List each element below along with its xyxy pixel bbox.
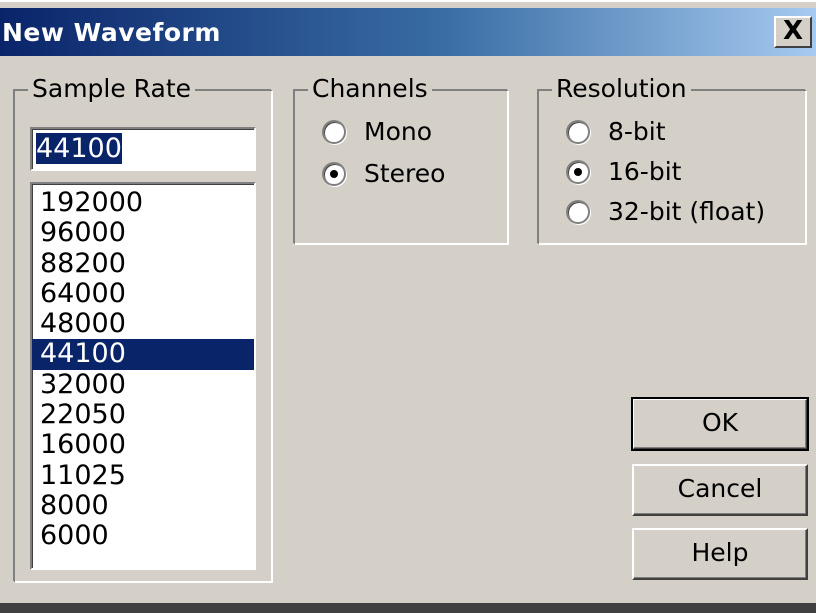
8bit-radio[interactable]	[566, 119, 590, 144]
list-item[interactable]: 96000	[32, 218, 254, 248]
list-item[interactable]: 192000	[32, 187, 254, 218]
window-title: New Waveform	[2, 18, 221, 47]
ok-button[interactable]: OK	[631, 397, 809, 451]
list-item[interactable]: 64000	[32, 278, 254, 309]
list-item[interactable]: 32000	[32, 369, 254, 400]
resolution-legend: Resolution	[552, 74, 691, 103]
list-item[interactable]: 88200	[32, 248, 254, 279]
32bit-radio[interactable]	[566, 199, 590, 224]
resolution-16bit-option[interactable]: 16-bit	[566, 157, 681, 186]
sample-rate-list[interactable]: 192000 96000 88200 64000 48000 44100 320…	[30, 182, 256, 570]
list-item-selected[interactable]: 44100	[32, 339, 254, 370]
list-item[interactable]: 6000	[32, 521, 254, 551]
mono-radio[interactable]	[322, 119, 346, 144]
list-item[interactable]: 48000	[32, 309, 254, 339]
stereo-radio[interactable]	[322, 161, 346, 186]
channel-stereo-option[interactable]: Stereo	[322, 159, 445, 188]
close-button[interactable]: X	[774, 16, 812, 48]
list-item[interactable]: 11025	[32, 460, 254, 491]
16bit-radio[interactable]	[566, 159, 590, 184]
cancel-button[interactable]: Cancel	[632, 464, 808, 516]
8bit-label: 8-bit	[608, 117, 666, 146]
new-waveform-dialog: New Waveform X Sample Rate 44100 192000 …	[0, 0, 816, 613]
list-item[interactable]: 8000	[32, 490, 254, 521]
title-bar[interactable]: New Waveform X	[0, 8, 816, 56]
channels-legend: Channels	[308, 74, 432, 103]
resolution-32bit-option[interactable]: 32-bit (float)	[566, 197, 765, 226]
16bit-label: 16-bit	[608, 157, 682, 186]
mono-label: Mono	[364, 117, 433, 146]
help-button[interactable]: Help	[632, 528, 808, 580]
list-item[interactable]: 22050	[32, 399, 254, 430]
sample-rate-input-value: 44100	[36, 133, 122, 164]
list-item[interactable]: 16000	[32, 430, 254, 460]
sample-rate-legend: Sample Rate	[28, 74, 196, 103]
sample-rate-input[interactable]: 44100	[30, 127, 256, 171]
channel-mono-option[interactable]: Mono	[322, 117, 432, 146]
32bit-label: 32-bit (float)	[608, 197, 766, 226]
resolution-8bit-option[interactable]: 8-bit	[566, 117, 666, 146]
stereo-label: Stereo	[364, 159, 446, 188]
